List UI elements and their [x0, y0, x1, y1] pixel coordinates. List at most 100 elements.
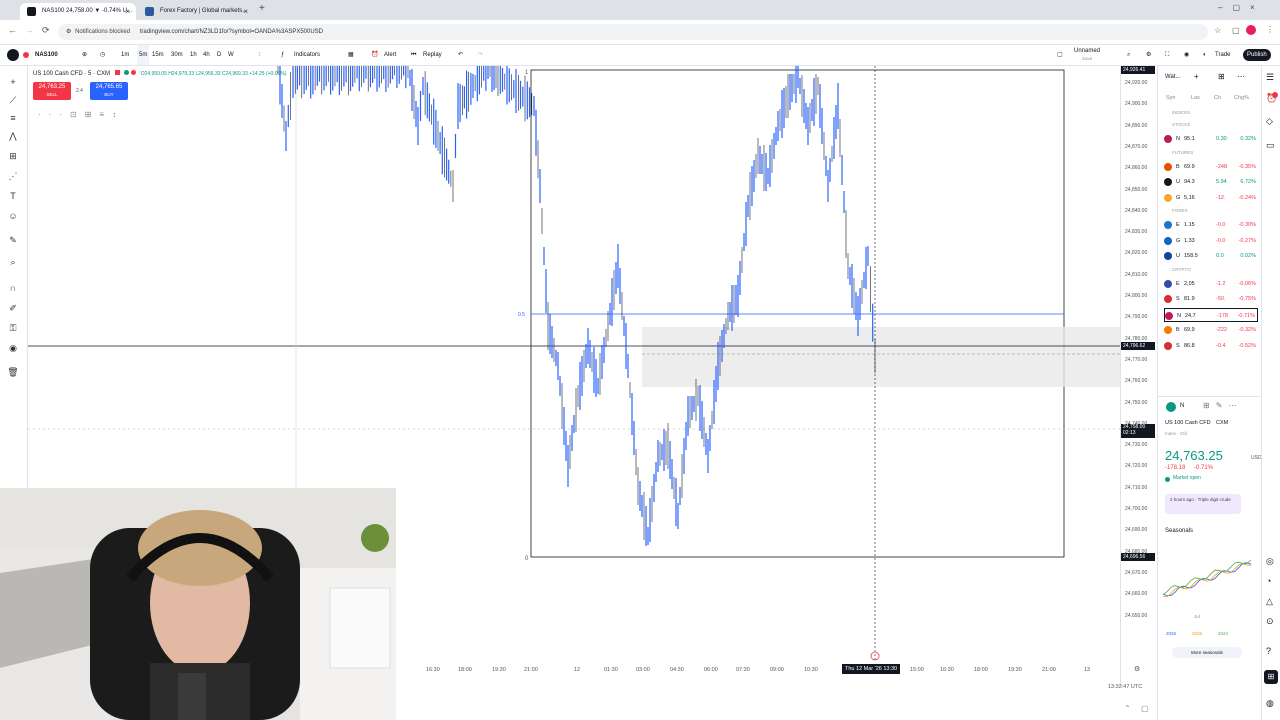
- utc-clock[interactable]: 13:32:47 UTC: [1108, 684, 1142, 690]
- replay-icon[interactable]: ⏮: [411, 45, 416, 65]
- interval-15m[interactable]: 15m: [152, 45, 164, 65]
- fib-retracement-box[interactable]: [530, 69, 1065, 558]
- interval-d[interactable]: D: [217, 45, 221, 65]
- redo-icon[interactable]: ↷: [478, 45, 483, 65]
- watchlist-row[interactable]: E 1.15 -0.0 -0.30%: [1164, 218, 1258, 232]
- watchlist-section-crypto[interactable]: CRYPTO: [1172, 267, 1191, 272]
- replay-button[interactable]: Replay: [423, 45, 442, 65]
- col-symbol[interactable]: Syn: [1166, 95, 1175, 101]
- indicators-button[interactable]: Indicators: [294, 45, 320, 65]
- tv-menu-icon[interactable]: [7, 49, 19, 61]
- hide-drawings-icon[interactable]: ◉: [7, 342, 19, 354]
- help-icon[interactable]: ?: [1266, 646, 1271, 656]
- watchlist-section-indices[interactable]: INDICES: [1172, 110, 1190, 115]
- back-icon[interactable]: ←: [8, 25, 17, 35]
- undo-icon[interactable]: ↶: [458, 45, 463, 65]
- lock-drawings-icon[interactable]: ✐: [7, 302, 19, 314]
- details-symbol[interactable]: N: [1180, 403, 1184, 409]
- chat-icon[interactable]: ▭: [1266, 140, 1275, 151]
- interval-w[interactable]: W: [228, 45, 234, 65]
- browser-menu-icon[interactable]: ⋮: [1266, 25, 1274, 34]
- watchlist-row[interactable]: U 94.3 5.94 6.72%: [1164, 175, 1258, 189]
- layout-icon[interactable]: ▢: [1057, 45, 1063, 65]
- templates-icon[interactable]: ▦: [348, 45, 354, 65]
- watchlist-icon[interactable]: ☰: [1266, 72, 1274, 83]
- seasonals-chart[interactable]: [1163, 540, 1253, 610]
- window-controls[interactable]: –▢×: [1218, 3, 1265, 12]
- ruler-tool-icon[interactable]: ✎: [7, 234, 19, 246]
- extensions-icon[interactable]: ▢: [1232, 26, 1240, 35]
- prediction-tool-icon[interactable]: ⊞: [7, 150, 19, 162]
- zoom-tool-icon[interactable]: ⌕: [7, 256, 19, 268]
- time-axis[interactable]: 16:30 18:00 19:30 21:00 12 01:30 03:00 04:30 06:…: [396, 662, 1120, 678]
- browser-tab-tradingview[interactable]: NAS100 24,758.00 ▼ -0.74% U... ×: [20, 3, 136, 20]
- indicators-icon[interactable]: ƒ: [281, 45, 284, 65]
- fullscreen-icon[interactable]: ⛶: [1165, 45, 1169, 65]
- drawing-quick-toolbar[interactable]: ···⊡⊞≡↕: [38, 110, 148, 124]
- pattern-tool-icon[interactable]: ⋀: [7, 130, 19, 142]
- watchlist-row[interactable]: N 95.1 0.30 0.32%: [1164, 132, 1258, 146]
- col-change[interactable]: Ch: [1214, 95, 1221, 101]
- interval-1h[interactable]: 1h: [190, 45, 197, 65]
- publish-button[interactable]: Publish: [1243, 49, 1271, 61]
- close-tab-icon[interactable]: ×: [125, 3, 130, 20]
- apps-grid-icon[interactable]: ⊞: [1264, 670, 1278, 684]
- watchlist-row[interactable]: B 69.9 -248 -0.35%: [1164, 160, 1258, 174]
- magnet-tool-icon[interactable]: ∩: [7, 282, 19, 294]
- bookmark-star-icon[interactable]: ☆: [1214, 26, 1221, 35]
- watchlist-row[interactable]: E 2,05 -1.2 -0.06%: [1164, 277, 1258, 291]
- watchlist-row[interactable]: S 81.9 -50. -0.75%: [1164, 292, 1258, 306]
- watchlist-section-futures[interactable]: FUTURES: [1172, 150, 1193, 155]
- close-tab-icon[interactable]: ×: [243, 3, 248, 20]
- trendline-tool-icon[interactable]: ⟋: [7, 94, 19, 106]
- interval-4h[interactable]: 4h: [203, 45, 210, 65]
- watchlist-title[interactable]: Wat...: [1165, 74, 1180, 80]
- watchlist-section-stocks[interactable]: STOCKS: [1172, 122, 1190, 127]
- reload-icon[interactable]: ⟳: [42, 25, 50, 36]
- chart-type-icon[interactable]: ⫶: [259, 45, 261, 65]
- icons-tool-icon[interactable]: ☺: [7, 210, 19, 222]
- col-change-pct[interactable]: Chg%: [1234, 95, 1249, 101]
- data-window-icon[interactable]: ◇: [1266, 116, 1273, 127]
- collapse-panel-icon[interactable]: ⌃: [1124, 704, 1131, 713]
- watchlist-row[interactable]: B 69,9 -222 -0.32%: [1164, 323, 1258, 337]
- more-seasonals-button[interactable]: More seasonals: [1172, 647, 1242, 658]
- compare-icon[interactable]: ⊕: [82, 45, 87, 65]
- lock-icon[interactable]: ⚿: [7, 322, 19, 334]
- profile-avatar[interactable]: [1246, 25, 1256, 35]
- watchlist-row[interactable]: S 86.8 -0.4 -0.52%: [1164, 339, 1258, 353]
- watchlist-row[interactable]: U 158.5 0.0 0.02%: [1164, 249, 1258, 263]
- settings-icon[interactable]: ⚙: [1146, 45, 1151, 65]
- legend-title[interactable]: US 100 Cash CFD · 5 · CXM: [33, 71, 110, 77]
- browser-tab-forexfactory[interactable]: Forex Factory | Global markets... ×: [138, 3, 254, 20]
- trade-icon[interactable]: ◐: [1203, 45, 1207, 65]
- interval-5m[interactable]: 5m: [137, 45, 150, 65]
- layout-name[interactable]: Unnamed: [1074, 47, 1100, 55]
- alert-icon[interactable]: ⏰: [371, 45, 378, 65]
- advanced-view-icon[interactable]: ⊞: [1218, 72, 1225, 81]
- signals-icon[interactable]: △: [1266, 596, 1273, 607]
- crosshair-tool-icon[interactable]: +: [7, 76, 19, 88]
- new-tab-icon[interactable]: +: [259, 3, 265, 14]
- notifications-icon[interactable]: ⊙: [1266, 616, 1274, 627]
- sell-button[interactable]: 24,763.25 SELL: [33, 82, 71, 100]
- clock-icon[interactable]: ◷: [100, 45, 105, 65]
- watchlist-row[interactable]: N 24,7 -178 -0.71%: [1164, 307, 1258, 322]
- axis-settings-icon[interactable]: ⚙: [1134, 665, 1140, 673]
- price-zone-rectangle[interactable]: [642, 327, 1120, 387]
- interval-1m[interactable]: 1m: [121, 45, 129, 65]
- details-actions-icon[interactable]: ⊞✎⋯: [1203, 401, 1242, 410]
- snapshot-icon[interactable]: ◉: [1184, 45, 1189, 65]
- col-last[interactable]: Las: [1191, 95, 1200, 101]
- watchlist-row[interactable]: G 1.33 -0.0 -0.27%: [1164, 234, 1258, 248]
- omnibox[interactable]: ⚙ Notifications blocked tradingview.com/…: [58, 24, 1208, 40]
- support-icon[interactable]: ◍: [1266, 698, 1274, 709]
- ideas-icon[interactable]: ◎: [1266, 556, 1274, 567]
- maximize-panel-icon[interactable]: ▢: [1141, 704, 1149, 713]
- buy-button[interactable]: 24,765.65 BUY: [90, 82, 128, 100]
- price-axis[interactable]: 24,920.00 24,900.00 24,890.00 24,870.00 24,8…: [1120, 66, 1157, 686]
- brush-tool-icon[interactable]: ⋰: [7, 170, 19, 182]
- trade-button[interactable]: Trade: [1215, 45, 1230, 65]
- watchlist-menu-icon[interactable]: ⋯: [1237, 72, 1245, 81]
- watchlist-section-forex[interactable]: FOREX: [1172, 208, 1188, 213]
